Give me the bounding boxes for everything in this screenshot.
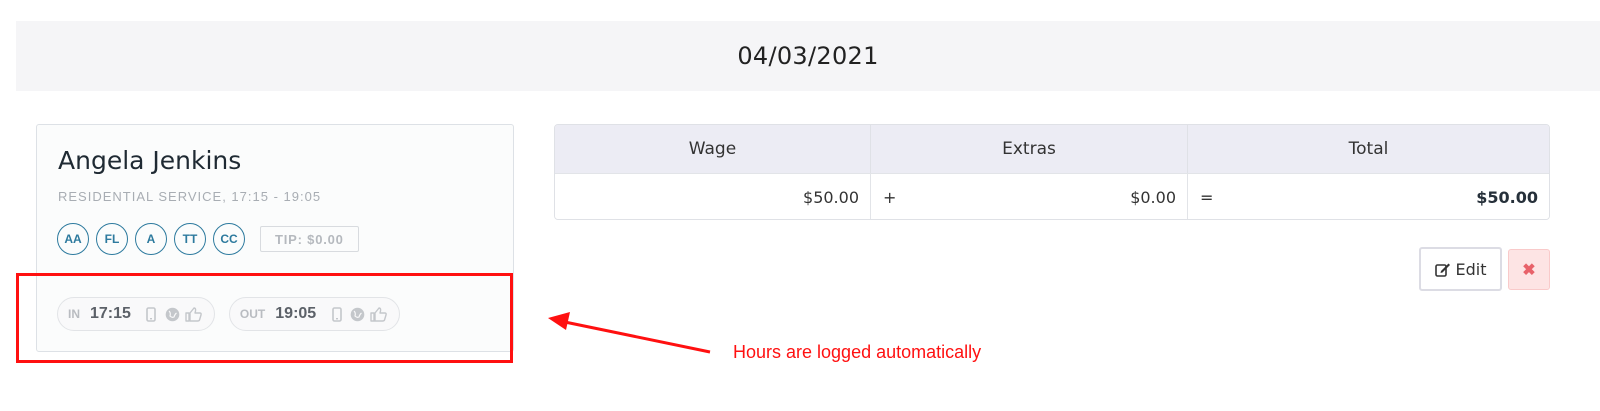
header-extras: Extras [871,125,1188,173]
date-header: 04/03/2021 [737,42,879,70]
close-icon: ✖ [1522,261,1536,279]
extras-value: $0.00 [1130,187,1176,207]
badge-cc[interactable]: CC [213,223,245,255]
date-header-bar: 04/03/2021 [16,21,1600,91]
wage-cell: $50.00 [555,174,871,219]
annotation-text: Hours are logged automatically [733,342,982,362]
employee-name: Angela Jenkins [58,146,242,175]
wage-table-header: Wage Extras Total [555,125,1549,173]
badge-a[interactable]: A [135,223,167,255]
role-badges: AA FL A TT CC TIP: $0.00 [57,223,359,255]
annotation-arrow [548,312,711,354]
plus-sign: + [883,187,897,207]
extras-cell: + $0.00 [871,174,1188,219]
badge-tt[interactable]: TT [174,223,206,255]
service-description: RESIDENTIAL SERVICE, 17:15 - 19:05 [58,189,322,204]
header-total: Total [1348,139,1389,159]
header-wage: Wage [555,125,871,173]
delete-button[interactable]: ✖ [1508,249,1550,290]
wage-table: Wage Extras Total $50.00 + $0.00 = $50.0… [554,124,1550,220]
badge-fl[interactable]: FL [96,223,128,255]
edit-icon [1434,263,1450,277]
tip-badge: TIP: $0.00 [260,226,359,252]
edit-button-label: Edit [1455,259,1487,279]
wage-value: $50.00 [803,187,859,207]
highlight-annotation-box [16,273,513,363]
table-row: $50.00 + $0.00 = $50.00 [555,173,1549,219]
edit-button[interactable]: Edit [1419,247,1502,291]
badge-aa[interactable]: AA [57,223,89,255]
total-value: $50.00 [1476,187,1538,207]
total-cell: = $50.00 [1188,174,1549,219]
equals-sign: = [1200,187,1214,207]
